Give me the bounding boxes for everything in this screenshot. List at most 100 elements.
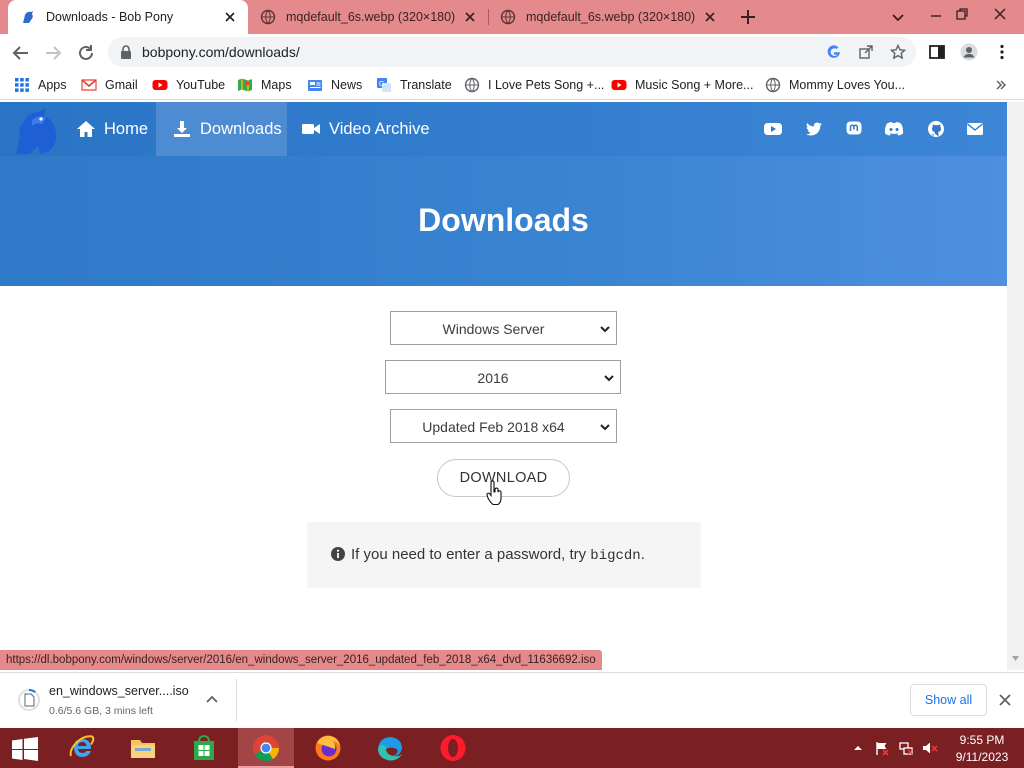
version-select[interactable]: 2016 xyxy=(385,360,621,394)
tab-strip: Downloads - Bob Pony mqdefault_6s.webp (… xyxy=(0,0,1024,34)
side-panel-icon[interactable] xyxy=(928,43,946,61)
opera-icon xyxy=(440,735,466,761)
firefox-icon xyxy=(315,735,341,761)
network-icon[interactable] xyxy=(898,740,914,756)
clock-time[interactable]: 9:55 PM xyxy=(952,733,1012,747)
show-hidden-icons-chevron-icon[interactable] xyxy=(850,740,866,756)
chrome-menu-icon[interactable] xyxy=(993,43,1011,61)
chevron-down-icon xyxy=(600,326,610,333)
bookmark-maps[interactable]: Maps xyxy=(237,76,292,94)
close-tab-icon[interactable] xyxy=(702,9,718,25)
download-icon xyxy=(174,121,190,137)
browser-toolbar: bobpony.com/downloads/ xyxy=(0,34,1024,70)
email-icon[interactable] xyxy=(966,120,984,138)
bookmark-translate[interactable]: G Translate xyxy=(376,76,452,94)
discord-icon[interactable] xyxy=(884,120,904,138)
product-select[interactable]: Windows Server xyxy=(390,311,617,345)
taskbar-file-explorer[interactable] xyxy=(115,728,171,768)
product-select-value: Windows Server xyxy=(442,321,545,337)
restore-icon[interactable] xyxy=(952,4,972,24)
video-camera-icon xyxy=(302,124,320,134)
taskbar-opera[interactable] xyxy=(425,728,481,768)
nav-video-archive-label: Video Archive xyxy=(329,119,430,138)
nav-home[interactable]: Home xyxy=(62,102,162,156)
bob-pony-favicon-icon xyxy=(23,11,33,23)
bookmark-i-love-pets-song[interactable]: I Love Pets Song +... xyxy=(464,76,604,94)
bob-pony-logo-icon[interactable] xyxy=(10,106,62,156)
notice-message: If you need to enter a password, try xyxy=(351,546,591,563)
edition-select[interactable]: Updated Feb 2018 x64 xyxy=(390,409,617,443)
file-progress-icon[interactable] xyxy=(18,687,40,713)
twitter-icon[interactable] xyxy=(805,120,823,138)
taskbar-store[interactable] xyxy=(176,728,232,768)
bookmark-label: Maps xyxy=(261,78,292,92)
bookmark-youtube[interactable]: YouTube xyxy=(152,76,225,94)
bookmarks-bar: Apps Gmail YouTube Maps News G Translate… xyxy=(0,70,1024,100)
action-center-flag-icon[interactable] xyxy=(874,740,890,756)
share-icon[interactable] xyxy=(858,44,874,60)
folder-icon xyxy=(131,740,155,758)
github-icon[interactable] xyxy=(927,120,945,138)
tab-title: Downloads - Bob Pony xyxy=(46,10,174,24)
taskbar-internet-explorer[interactable] xyxy=(54,728,110,768)
bookmark-label: Mommy Loves You... xyxy=(789,78,906,92)
chevron-down-icon xyxy=(604,375,614,382)
bookmark-music-song[interactable]: Music Song + More... xyxy=(611,76,753,94)
tab-title: mqdefault_6s.webp (320×180) xyxy=(286,10,456,24)
windows-start-icon[interactable] xyxy=(12,737,38,761)
reload-icon[interactable] xyxy=(75,42,97,64)
taskbar-chrome[interactable] xyxy=(238,728,294,768)
home-icon xyxy=(77,121,95,137)
bookmark-label: Music Song + More... xyxy=(635,78,754,92)
bookmark-mommy-loves-you[interactable]: Mommy Loves You... xyxy=(765,76,905,94)
close-tab-icon[interactable] xyxy=(222,9,238,25)
taskbar-firefox[interactable] xyxy=(300,728,356,768)
edge-icon xyxy=(378,737,402,761)
bookmark-news[interactable]: News xyxy=(307,76,362,94)
window-close-icon[interactable] xyxy=(990,4,1010,24)
show-all-button[interactable]: Show all xyxy=(910,684,987,716)
close-icon[interactable] xyxy=(998,693,1012,707)
download-file-name[interactable]: en_windows_server....iso xyxy=(49,684,189,698)
page-scrollbar[interactable] xyxy=(1007,102,1024,670)
lock-icon[interactable] xyxy=(120,45,132,59)
apps-grid-icon xyxy=(15,78,29,92)
address-bar[interactable]: bobpony.com/downloads/ xyxy=(108,37,916,67)
globe-icon xyxy=(500,9,516,25)
profile-avatar-icon[interactable] xyxy=(960,43,978,61)
tab-downloads-bob-pony[interactable]: Downloads - Bob Pony xyxy=(8,0,248,34)
tab-title: mqdefault_6s.webp (320×180) xyxy=(526,10,696,24)
scroll-down-arrow-icon[interactable] xyxy=(1011,654,1020,663)
nav-downloads[interactable]: Downloads xyxy=(156,102,287,156)
forward-arrow-icon[interactable] xyxy=(42,42,64,64)
tab-search-chevron-icon[interactable] xyxy=(888,7,908,27)
more-bookmarks-chevron-icon[interactable] xyxy=(994,78,1008,92)
minimize-icon[interactable] xyxy=(926,4,946,24)
site-navbar: Home Downloads Video Archive xyxy=(0,102,1007,156)
chevron-down-icon xyxy=(600,424,610,431)
tab-mqdefault-2[interactable]: mqdefault_6s.webp (320×180) xyxy=(488,0,728,34)
taskbar-edge[interactable] xyxy=(362,728,418,768)
tab-mqdefault-1[interactable]: mqdefault_6s.webp (320×180) xyxy=(248,0,488,34)
nav-home-label: Home xyxy=(104,119,149,138)
youtube-icon[interactable] xyxy=(764,120,782,138)
bookmark-star-icon[interactable] xyxy=(890,44,906,60)
chevron-up-icon[interactable] xyxy=(205,693,219,707)
volume-muted-icon[interactable] xyxy=(922,740,938,756)
bookmark-gmail[interactable]: Gmail xyxy=(81,76,138,94)
bookmark-label: I Love Pets Song +... xyxy=(488,78,605,92)
bookmark-label: News xyxy=(331,78,363,92)
mastodon-icon[interactable] xyxy=(845,120,863,138)
page-title: Downloads xyxy=(418,202,589,238)
nav-video-archive[interactable]: Video Archive xyxy=(301,102,430,156)
internet-explorer-icon xyxy=(69,735,95,757)
google-lens-icon[interactable] xyxy=(826,44,842,60)
bookmark-label: YouTube xyxy=(176,78,226,92)
new-tab-icon[interactable] xyxy=(738,7,758,27)
globe-icon xyxy=(765,77,781,93)
back-arrow-icon[interactable] xyxy=(10,42,32,64)
close-tab-icon[interactable] xyxy=(462,9,478,25)
clock-date[interactable]: 9/11/2023 xyxy=(948,750,1016,764)
url-text[interactable]: bobpony.com/downloads/ xyxy=(142,44,300,60)
bookmark-apps[interactable]: Apps xyxy=(14,76,67,94)
